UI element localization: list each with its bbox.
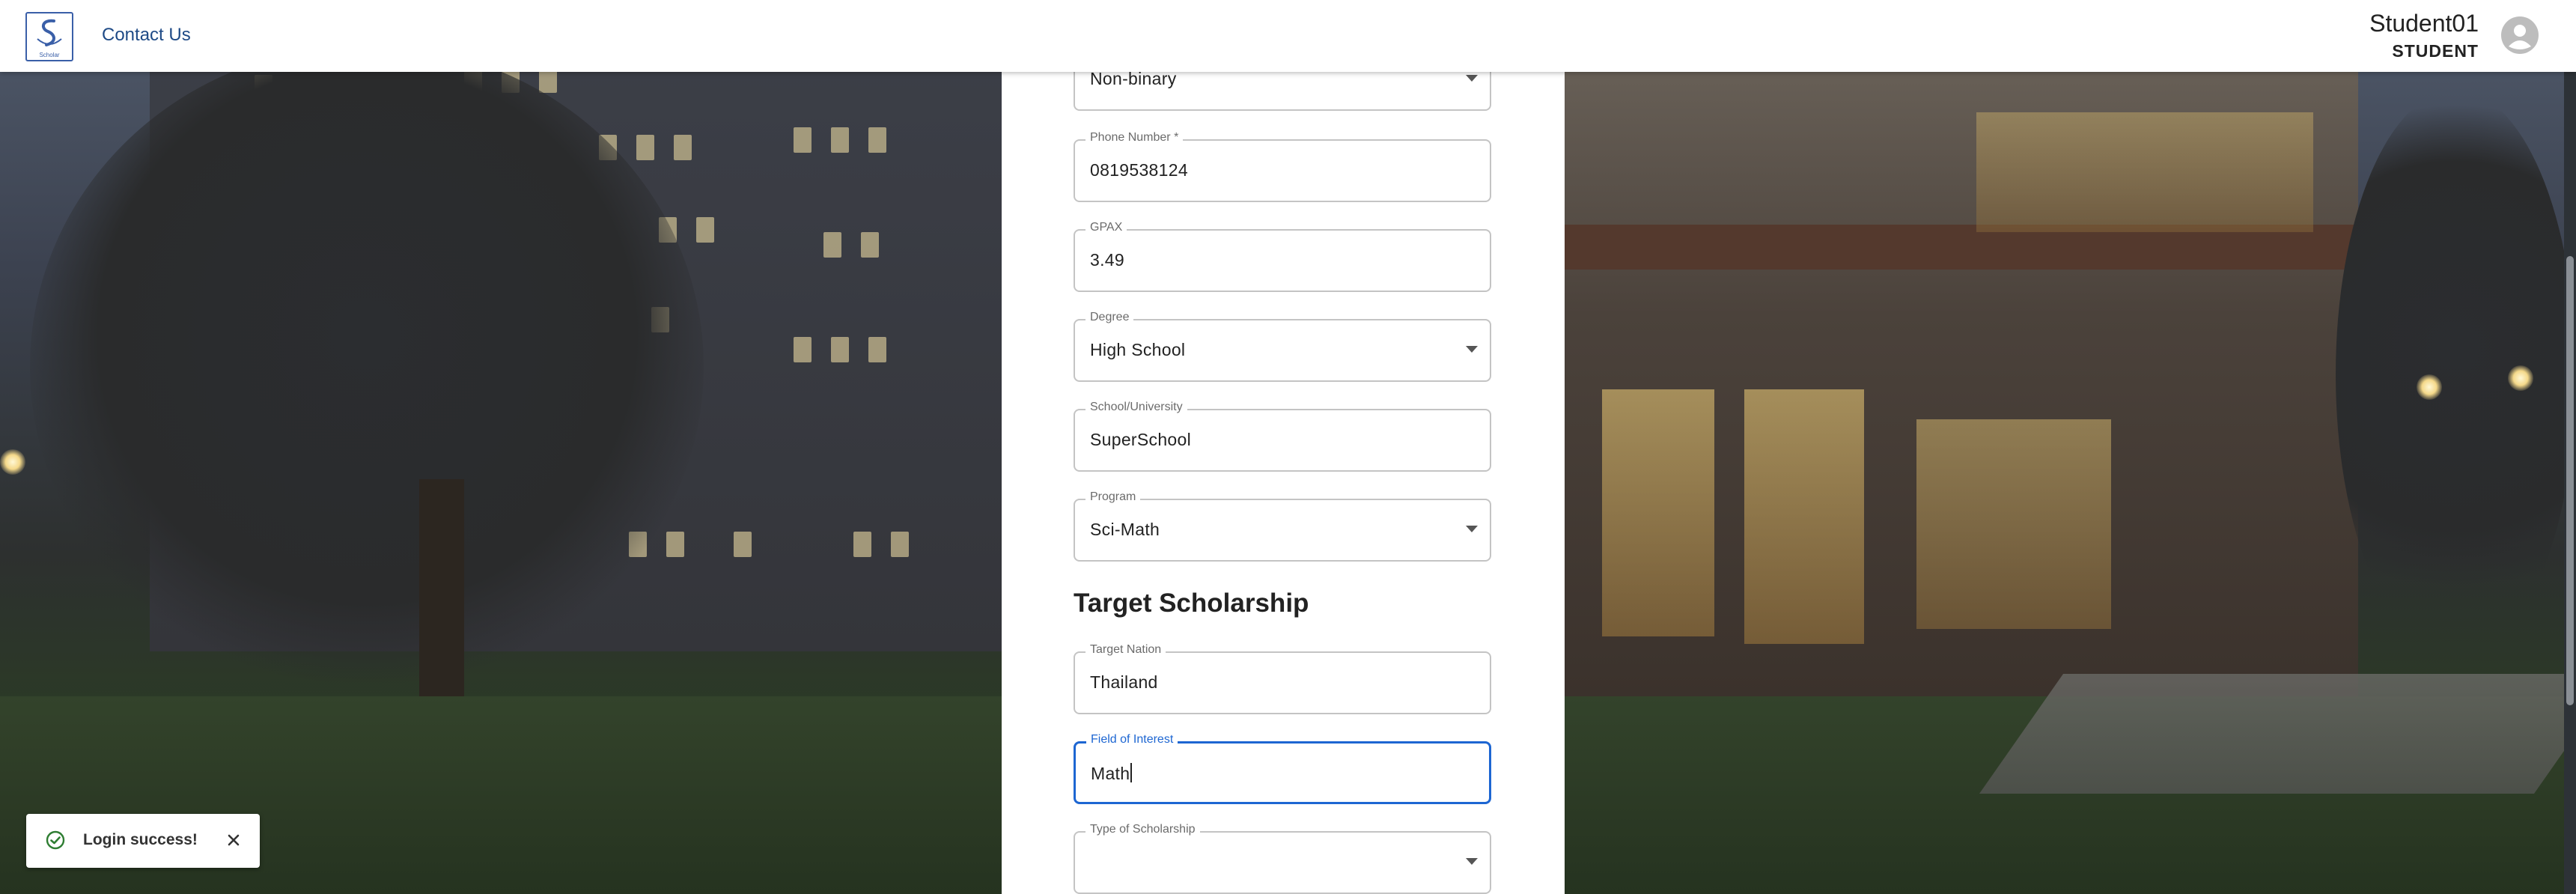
field-of-interest-value: Math [1091, 764, 1130, 783]
dropdown-arrow-icon [1466, 526, 1478, 532]
phone-number-value: 0819538124 [1090, 160, 1188, 180]
toast-message: Login success! [83, 831, 198, 848]
school-university-field[interactable]: School/University SuperSchool [1074, 401, 1491, 472]
logo-emblem-icon [37, 19, 62, 46]
account-avatar-icon[interactable] [2501, 16, 2539, 54]
gpax-field[interactable]: GPAX 3.49 [1074, 221, 1491, 292]
dropdown-arrow-icon [1466, 858, 1478, 865]
target-scholarship-heading: Target Scholarship [1074, 589, 1309, 618]
phone-number-label: Phone Number * [1085, 131, 1184, 145]
program-label: Program [1085, 490, 1141, 504]
user-role: STUDENT [2392, 41, 2479, 61]
dropdown-arrow-icon [1466, 346, 1478, 353]
target-nation-label: Target Nation [1085, 643, 1166, 657]
dropdown-arrow-icon [1466, 75, 1478, 82]
target-nation-field[interactable]: Target Nation Thailand [1074, 643, 1491, 714]
program-value: Sci-Math [1090, 520, 1160, 539]
scrollbar-thumb[interactable] [2566, 256, 2574, 705]
profile-form-panel: Non-binary Phone Number * 0819538124 GPA… [1002, 48, 1565, 894]
logo-text: Scholar [39, 52, 60, 58]
contact-us-link[interactable]: Contact Us [102, 25, 191, 46]
login-success-toast: Login success! [26, 814, 260, 868]
success-check-icon [46, 830, 65, 850]
target-nation-value: Thailand [1090, 672, 1158, 692]
scholarship-type-select[interactable]: Type of Scholarship [1074, 823, 1491, 894]
scholarship-type-label: Type of Scholarship [1085, 823, 1200, 836]
program-select[interactable]: Program Sci-Math [1074, 490, 1491, 562]
field-of-interest-input[interactable]: Field of Interest Math [1074, 733, 1491, 804]
degree-value: High School [1090, 340, 1186, 359]
gpax-label: GPAX [1085, 221, 1127, 234]
text-cursor [1130, 763, 1133, 782]
degree-label: Degree [1085, 311, 1134, 324]
user-name: Student01 [2369, 10, 2479, 37]
scholar-logo[interactable]: Scholar [25, 12, 73, 61]
gpax-value: 3.49 [1090, 250, 1124, 270]
school-university-value: SuperSchool [1090, 430, 1191, 449]
close-icon[interactable] [224, 830, 243, 850]
page-scrollbar[interactable] [2564, 72, 2576, 894]
phone-number-field[interactable]: Phone Number * 0819538124 [1074, 131, 1491, 202]
gender-value: Non-binary [1090, 69, 1177, 88]
school-university-label: School/University [1085, 401, 1187, 414]
degree-select[interactable]: Degree High School [1074, 311, 1491, 382]
top-app-bar: Scholar Contact Us Student01 STUDENT [0, 0, 2576, 72]
field-of-interest-label: Field of Interest [1086, 733, 1178, 746]
